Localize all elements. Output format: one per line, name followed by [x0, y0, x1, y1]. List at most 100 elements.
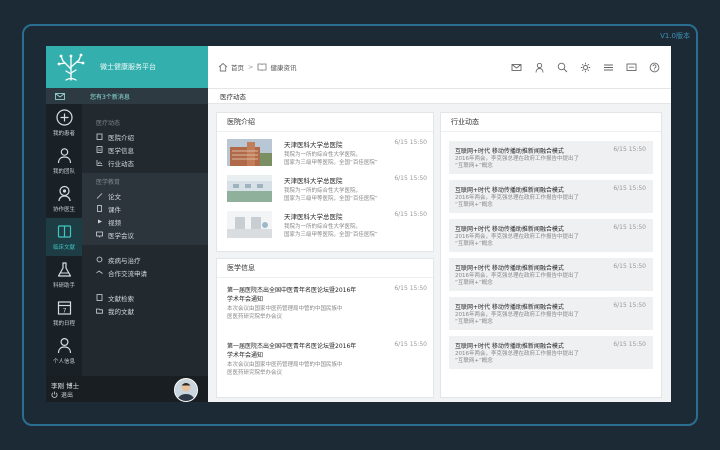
item-desc: “互联网+”概念	[455, 202, 493, 208]
list-item[interactable]: 第一届医院杰出全国中医青年名医论坛暨2016年 学术年会通知 本次会议由国家中医…	[227, 341, 427, 385]
team-icon	[57, 148, 71, 164]
doctor-icon	[57, 185, 71, 202]
hospital-intro-panel: 医院介绍 天津医科大学总医院 我院为一所的综合性大学医院， 国家为三级甲等医院，…	[216, 112, 434, 252]
user-button[interactable]	[532, 60, 546, 74]
message-notice: 您有3个新消息	[90, 93, 130, 101]
home-icon	[218, 62, 228, 72]
rail-item-profile[interactable]: 个人信息	[46, 332, 82, 370]
hospital-photo-1	[227, 139, 272, 166]
submenu-item-search-docs[interactable]: 文献检索	[96, 291, 208, 304]
avatar[interactable]	[174, 378, 198, 402]
version-label: V1.0版本	[660, 32, 690, 40]
submenu-item-my-docs[interactable]: 我的文献	[96, 304, 208, 317]
news-item[interactable]: 互联网+时代 移动传播助推新闻融合模式 2016年两会，李克强总理在政府工作报告…	[449, 297, 653, 330]
news-item[interactable]: 互联网+时代 移动传播助推新闻融合模式 2016年两会，李克强总理在政府工作报告…	[449, 180, 653, 213]
panel-title: 行业动态	[441, 113, 661, 132]
submenu-group-disease: 疾病与治疗 合作交流申请	[82, 245, 208, 283]
news-item[interactable]: 互联网+时代 移动传播助推新闻融合模式 2016年两会，李克强总理在政府工作报告…	[449, 258, 653, 291]
rail-item-research[interactable]: 科研助手	[46, 256, 82, 294]
rail-item-doctors[interactable]: 协作医生	[46, 180, 82, 218]
item-desc: 我院为一所的综合性大学医院，	[284, 188, 362, 194]
rail-label: 我的日程	[52, 321, 75, 327]
industry-panel: 行业动态 互联网+时代 移动传播助推新闻融合模式 2016年两会，李克强总理在政…	[440, 112, 662, 398]
chat-button[interactable]	[624, 60, 638, 74]
book-icon	[57, 225, 71, 238]
calendar-icon: 7	[57, 301, 71, 315]
tree-logo-icon	[57, 53, 85, 81]
brand-header: 微士健康服务平台	[46, 46, 208, 88]
help-button[interactable]	[647, 60, 661, 74]
submenu-item-cooperation[interactable]: 合作交流申请	[96, 266, 208, 279]
rail-label: 临床文献	[52, 245, 75, 251]
list-item[interactable]: 天津医科大学总医院 我院为一所的综合性大学医院， 国家为三级甲等医院，全国“百佳…	[227, 211, 427, 243]
submenu-item-hospital[interactable]: 医院介绍	[96, 130, 208, 143]
search-button[interactable]	[555, 60, 569, 74]
item-title: 天津医科大学总医院	[284, 141, 343, 149]
list-item[interactable]: 第一届医院杰出全国中医青年名医论坛暨2016年 学术年会通知 本次会议由国家中医…	[227, 285, 427, 329]
breadcrumb-current: 健康资讯	[270, 64, 297, 72]
item-desc: 本次会议由国家中医药管理局中管的中国民族中	[227, 362, 343, 368]
settings-button[interactable]	[578, 60, 592, 74]
submenu-item-medinfo[interactable]: 医学信息	[96, 143, 208, 156]
item-desc: 国家为三级甲等医院，全国“百佳医院”	[284, 195, 378, 202]
book-open-icon	[258, 63, 267, 72]
chat-icon	[626, 63, 636, 71]
item-date: 6/15 15:50	[613, 224, 646, 231]
rail-item-my-team[interactable]: 我的团队	[46, 142, 82, 180]
panel-title: 医院介绍	[217, 113, 433, 132]
item-desc: 本次会议由国家中医药管理局中管的中国民族中	[227, 306, 343, 312]
search-icon	[557, 62, 567, 72]
list-item[interactable]: 天津医科大学总医院 我院为一所的综合性大学医院， 国家为三级甲等医院，全国“百佳…	[227, 175, 427, 207]
envelope-icon	[55, 92, 65, 100]
item-date: 6/15 15:50	[394, 175, 427, 182]
top-bar: 首页 > 健康资讯	[208, 46, 671, 88]
item-desc: “互联网+”概念	[455, 358, 493, 364]
item-title: 互联网+时代 移动传播助推新闻融合模式	[455, 187, 564, 194]
item-title: 互联网+时代 移动传播助推新闻融合模式	[455, 265, 564, 272]
message-bar[interactable]: 您有3个新消息	[46, 88, 208, 104]
breadcrumb-home[interactable]: 首页	[231, 62, 244, 72]
news-item[interactable]: 互联网+时代 移动传播助推新闻融合模式 2016年两会，李克强总理在政府工作报告…	[449, 141, 653, 174]
file-icon	[97, 205, 102, 212]
rail-label: 协作医生	[52, 207, 75, 213]
rail-item-literature[interactable]: 临床文献	[46, 218, 82, 256]
rail-label: 科研助手	[52, 283, 75, 289]
rail-item-my-patients[interactable]: 我的患者	[46, 104, 82, 142]
item-title: 互联网+时代 移动传播助推新闻融合模式	[455, 304, 564, 311]
submenu-group-docs: 文献检索 我的文献	[82, 283, 208, 321]
item-date: 6/15 15:50	[613, 146, 646, 153]
submenu-title: 医疗动态	[96, 120, 121, 127]
rail-item-schedule[interactable]: 7 我的日程	[46, 294, 82, 332]
submenu-item-courseware[interactable]: 课件	[96, 202, 208, 215]
user-photo-icon	[175, 379, 197, 401]
mail-icon	[511, 63, 521, 71]
icon-rail: 我的患者 我的团队 协作医生 临床文献 科研助手 7 我的日程 个人信息	[46, 104, 82, 376]
submenu-item-papers[interactable]: 论文	[96, 189, 208, 202]
item-date: 6/15 15:50	[613, 185, 646, 192]
item-date: 6/15 15:50	[613, 302, 646, 309]
item-desc: “互联网+”概念	[455, 280, 493, 286]
news-item[interactable]: 互联网+时代 移动传播助推新闻融合模式 2016年两会，李克强总理在政府工作报告…	[449, 219, 653, 252]
news-item[interactable]: 互联网+时代 移动传播助推新闻融合模式 2016年两会，李克强总理在政府工作报告…	[449, 336, 653, 369]
panel-title: 医学信息	[217, 259, 433, 278]
list-item[interactable]: 天津医科大学总医院 我院为一所的综合性大学医院， 国家为三级甲等医院，全国“百佳…	[227, 139, 427, 171]
submenu-item-conference[interactable]: 医学会议	[96, 228, 208, 241]
item-desc: 国家为三级甲等医院，全国“百佳医院”	[284, 231, 378, 238]
page-title: 医疗动态	[208, 88, 671, 104]
item-date: 6/15 15:50	[613, 341, 646, 348]
building-icon	[96, 133, 103, 140]
item-date: 6/15 15:50	[613, 263, 646, 270]
doc-search-icon	[96, 294, 103, 301]
platform-name: 微士健康服务平台	[100, 63, 156, 71]
rail-label: 我的患者	[52, 131, 75, 137]
menu-button[interactable]	[601, 60, 615, 74]
submenu-item-industry[interactable]: 行业动态	[96, 156, 208, 169]
submenu-item-disease[interactable]: 疾病与治疗	[96, 253, 208, 266]
submenu-item-video[interactable]: 视频	[96, 215, 208, 228]
doc-icon	[96, 146, 103, 153]
logout-button[interactable]: 退出	[51, 390, 73, 399]
mail-button[interactable]	[509, 60, 523, 74]
svg-text:7: 7	[62, 308, 66, 315]
hospital-photo-2	[227, 175, 272, 202]
user-icon	[535, 62, 543, 73]
